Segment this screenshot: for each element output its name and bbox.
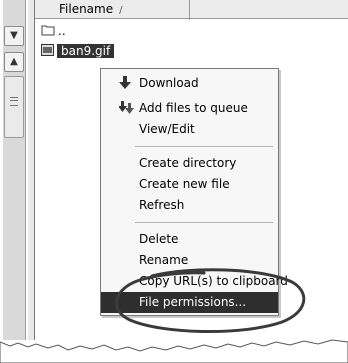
menu-item-create-directory[interactable]: Create directory bbox=[101, 153, 278, 174]
menu-item-refresh[interactable]: Refresh bbox=[101, 195, 278, 216]
filename-column-header[interactable]: Filename / bbox=[59, 0, 190, 20]
download-arrow-icon bbox=[119, 76, 131, 97]
menu-item-label: Refresh bbox=[139, 198, 185, 212]
item-name: ban9.gif bbox=[57, 44, 115, 58]
gif-file-icon bbox=[41, 43, 54, 61]
menu-separator bbox=[135, 146, 273, 147]
scrollbar-thumb[interactable] bbox=[4, 76, 24, 138]
menu-item-view-edit[interactable]: View/Edit bbox=[101, 119, 278, 140]
menu-item-add-to-queue[interactable]: Add files to queue bbox=[101, 98, 278, 119]
menu-item-delete[interactable]: Delete bbox=[101, 229, 278, 250]
list-item[interactable]: .. bbox=[41, 22, 66, 40]
menu-item-label: Create directory bbox=[139, 156, 237, 170]
menu-item-label: Delete bbox=[139, 232, 179, 246]
menu-item-label: Add files to queue bbox=[139, 101, 248, 115]
sort-indicator-icon: / bbox=[119, 5, 123, 16]
menu-item-label: Create new file bbox=[139, 177, 230, 191]
grip-icon bbox=[10, 97, 18, 106]
item-name: .. bbox=[58, 24, 66, 38]
menu-separator bbox=[135, 222, 273, 223]
vertical-scrollbar[interactable]: ▼ ▲ bbox=[3, 0, 26, 340]
list-item[interactable]: ban9.gif bbox=[41, 42, 115, 61]
menu-item-label: Download bbox=[139, 76, 199, 90]
folder-up-icon bbox=[41, 23, 55, 41]
torn-edge bbox=[0, 339, 348, 363]
pane-splitter[interactable] bbox=[28, 0, 35, 340]
chevron-up-icon[interactable]: ▲ bbox=[4, 52, 24, 72]
menu-item-label: View/Edit bbox=[139, 122, 195, 136]
highlight-ellipse bbox=[115, 268, 306, 334]
column-header-label: Filename bbox=[59, 2, 114, 16]
chevron-down-icon[interactable]: ▼ bbox=[4, 26, 24, 46]
menu-item-create-new-file[interactable]: Create new file bbox=[101, 174, 278, 195]
list-header: Filename / bbox=[35, 0, 348, 20]
menu-item-download[interactable]: Download bbox=[101, 73, 278, 94]
